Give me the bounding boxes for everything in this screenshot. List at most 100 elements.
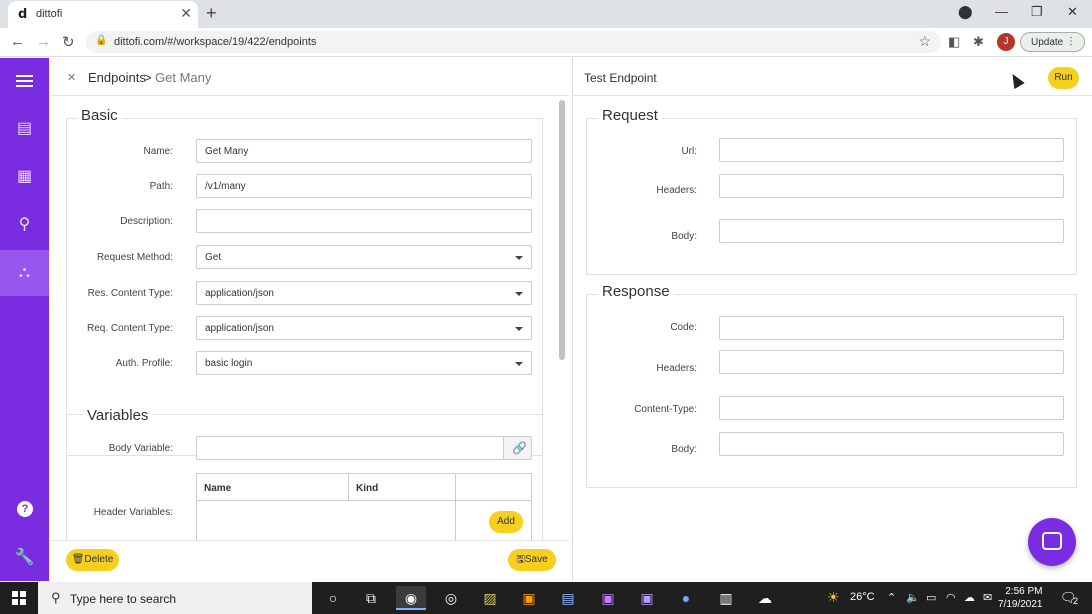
windows-start-icon[interactable] bbox=[12, 591, 26, 605]
chat-button[interactable] bbox=[1028, 518, 1076, 566]
path-field[interactable]: /v1/many bbox=[196, 174, 532, 198]
link-button[interactable]: 🔗 bbox=[503, 436, 532, 460]
network-icon: ⛬ bbox=[18, 264, 31, 281]
notification-count: 2 bbox=[1073, 596, 1079, 606]
test-endpoint-panel: Test Endpoint Run Request Url: Headers: … bbox=[572, 58, 1092, 581]
cloud-app-icon[interactable]: ☁ bbox=[750, 586, 780, 610]
mail-icon[interactable]: ✉ bbox=[983, 591, 992, 604]
notes-icon[interactable]: ▨ bbox=[475, 586, 505, 610]
response-headers-field[interactable] bbox=[719, 350, 1064, 374]
back-icon[interactable]: ← bbox=[10, 33, 25, 50]
new-tab-icon[interactable]: + bbox=[206, 3, 217, 24]
search-icon: ⚲ bbox=[51, 590, 61, 605]
save-button[interactable]: 🖫Save bbox=[508, 549, 556, 571]
browser-tab[interactable]: d dittofi ✕ bbox=[8, 1, 198, 28]
chat-icon bbox=[1042, 532, 1062, 550]
minimize-icon[interactable]: — bbox=[995, 4, 1008, 19]
browser-app-icon[interactable]: ● bbox=[671, 586, 701, 610]
path-label: Path: bbox=[149, 181, 173, 192]
files-icon[interactable]: ▥ bbox=[711, 586, 741, 610]
avatar[interactable]: J bbox=[997, 33, 1015, 51]
sidebar-item-settings[interactable]: 🔧 bbox=[0, 535, 49, 581]
illustrator-icon[interactable]: ▣ bbox=[514, 586, 544, 610]
bookmark-star-icon[interactable]: ☆ bbox=[918, 33, 931, 50]
app-sidebar: ▤ ▦ ⚲ ⛬ ? 🔧 bbox=[0, 58, 49, 581]
menu-icon bbox=[16, 75, 33, 77]
auth-profile-label: Auth. Profile: bbox=[115, 358, 173, 369]
reload-icon[interactable]: ↻ bbox=[62, 33, 75, 51]
xd-icon[interactable]: ▣ bbox=[593, 586, 623, 610]
url-text: dittofi.com/#/workspace/19/422/endpoints bbox=[114, 36, 317, 48]
name-field[interactable]: Get Many bbox=[196, 139, 532, 163]
request-body-field[interactable] bbox=[719, 219, 1064, 243]
onedrive-icon[interactable]: ☁ bbox=[964, 591, 975, 604]
sidebar-item-data[interactable]: ▦ bbox=[0, 154, 49, 200]
temperature[interactable]: 26°C bbox=[850, 591, 875, 603]
taskbar: ⚲ Type here to search ○ ⧉ ◉ ◎ ▨ ▣ ▤ ▣ ▣ … bbox=[0, 582, 1092, 614]
response-legend: Response bbox=[598, 283, 674, 300]
cortana-icon[interactable]: ○ bbox=[318, 586, 348, 610]
window-close-icon[interactable]: ✕ bbox=[1067, 4, 1078, 20]
request-method-select[interactable]: Get bbox=[196, 245, 532, 269]
close-tab-icon[interactable]: ✕ bbox=[180, 5, 192, 22]
forward-icon[interactable]: → bbox=[36, 33, 51, 50]
request-headers-label: Headers: bbox=[656, 185, 697, 196]
address-bar[interactable]: 🔒 dittofi.com/#/workspace/19/422/endpoin… bbox=[86, 31, 941, 53]
req-content-type-select[interactable]: application/json bbox=[196, 316, 532, 340]
dittofi-favicon: d bbox=[18, 7, 28, 22]
name-label: Name: bbox=[143, 146, 173, 157]
sidebar-item-search[interactable]: ⚲ bbox=[0, 202, 49, 248]
response-headers-label: Headers: bbox=[656, 363, 697, 374]
body-variable-field[interactable] bbox=[196, 436, 504, 460]
clock[interactable]: 2:56 PM 7/19/2021 bbox=[998, 585, 1043, 611]
profile-menu-icon[interactable]: ⬤ bbox=[958, 4, 973, 20]
delete-label: Delete bbox=[84, 554, 114, 565]
taskbar-search[interactable]: ⚲ Type here to search bbox=[38, 582, 312, 614]
breadcrumb-separator: > bbox=[144, 70, 152, 85]
puzzle-icon[interactable]: ✱ bbox=[973, 34, 984, 50]
res-content-type-select[interactable]: application/json bbox=[196, 281, 532, 305]
breadcrumb-endpoints[interactable]: Endpoints bbox=[88, 70, 146, 85]
scrollbar[interactable] bbox=[559, 100, 565, 360]
menu-button[interactable] bbox=[0, 58, 49, 104]
browser-toolbar: ← → ↻ 🔒 dittofi.com/#/workspace/19/422/e… bbox=[0, 28, 1092, 57]
sidebar-item-endpoints[interactable]: ⛬ bbox=[0, 250, 49, 296]
description-field[interactable] bbox=[196, 209, 532, 233]
help-icon[interactable]: ? bbox=[17, 501, 33, 517]
col-name: Name bbox=[196, 473, 349, 501]
app-icon[interactable]: ▤ bbox=[553, 586, 583, 610]
res-content-type-label: Res. Content Type: bbox=[87, 288, 173, 299]
extension-icon[interactable]: ◧ bbox=[948, 34, 960, 50]
more-icon: ⋮ bbox=[1066, 36, 1076, 47]
response-body-field[interactable] bbox=[719, 432, 1064, 456]
delete-button[interactable]: 🗑Delete bbox=[66, 549, 119, 571]
auth-profile-select[interactable]: basic login bbox=[196, 351, 532, 375]
request-headers-field[interactable] bbox=[719, 174, 1064, 198]
update-button[interactable]: Update ⋮ bbox=[1020, 32, 1085, 52]
variables-legend: Variables bbox=[83, 407, 153, 424]
chrome-icon[interactable]: ◉ bbox=[396, 586, 426, 610]
restore-icon[interactable]: ❐ bbox=[1031, 4, 1043, 20]
battery-icon[interactable]: ▭ bbox=[926, 591, 936, 604]
screen: d dittofi ✕ + ⬤ — ❐ ✕ ← → ↻ 🔒 dittofi.co… bbox=[0, 0, 1092, 614]
obs-icon[interactable]: ◎ bbox=[436, 586, 466, 610]
update-label: Update bbox=[1031, 37, 1064, 48]
add-header-variable-button[interactable]: Add bbox=[489, 511, 523, 533]
response-content-type-field[interactable] bbox=[719, 396, 1064, 420]
sidebar-item-tables[interactable]: ▤ bbox=[0, 106, 49, 152]
wifi-icon[interactable]: ◠ bbox=[946, 591, 956, 604]
response-code-field[interactable] bbox=[719, 316, 1064, 340]
speaker-icon[interactable]: 🔈 bbox=[906, 591, 920, 604]
weather-icon[interactable]: ☀ bbox=[827, 589, 840, 606]
date: 7/19/2021 bbox=[998, 599, 1043, 610]
run-button[interactable]: Run bbox=[1048, 67, 1079, 89]
task-view-icon[interactable]: ⧉ bbox=[356, 586, 386, 610]
tab-title: dittofi bbox=[36, 8, 63, 20]
endpoint-editor: ✕ Endpoints > Get Many Basic Name: Get M… bbox=[51, 58, 569, 581]
body-variable-label: Body Variable: bbox=[108, 443, 173, 454]
url-field[interactable] bbox=[719, 138, 1064, 162]
chevron-up-icon[interactable]: ⌃ bbox=[887, 591, 896, 604]
basic-legend: Basic bbox=[77, 107, 122, 124]
premiere-icon[interactable]: ▣ bbox=[632, 586, 662, 610]
close-icon[interactable]: ✕ bbox=[67, 71, 76, 84]
